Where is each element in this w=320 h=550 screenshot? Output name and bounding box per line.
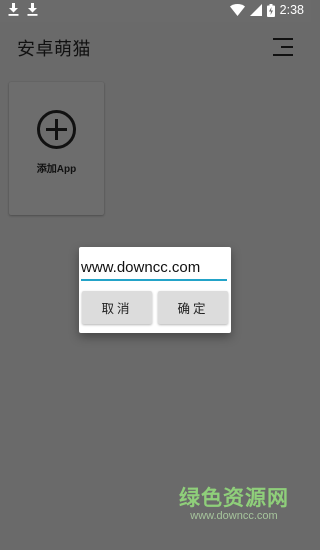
watermark: 绿色资源网 www.downcc.com xyxy=(179,482,289,522)
watermark-title: 绿色资源网 xyxy=(179,486,289,510)
app-bar: 安卓萌猫 xyxy=(0,22,311,72)
signal-icon xyxy=(249,4,262,16)
url-dialog: 取消 确定 xyxy=(79,247,231,333)
cancel-button[interactable]: 取消 xyxy=(82,291,152,324)
app-title: 安卓萌猫 xyxy=(17,39,91,60)
wifi-icon xyxy=(229,4,245,16)
battery-icon xyxy=(266,3,275,17)
add-app-card[interactable]: 添加App xyxy=(9,82,104,215)
add-circle-icon xyxy=(37,110,76,149)
menu-button[interactable] xyxy=(273,36,295,58)
download-icon xyxy=(8,3,19,16)
status-left-icons xyxy=(8,3,38,16)
clock: 2:38 xyxy=(279,3,304,17)
download-icon xyxy=(27,3,38,16)
add-app-label: 添加App xyxy=(36,164,77,175)
status-right-icons: 2:38 xyxy=(229,3,304,17)
menu-icon xyxy=(273,38,293,56)
ok-button[interactable]: 确定 xyxy=(158,291,228,324)
watermark-url: www.downcc.com xyxy=(190,510,278,522)
url-input[interactable] xyxy=(81,255,227,281)
status-bar: 2:38 xyxy=(0,0,311,22)
